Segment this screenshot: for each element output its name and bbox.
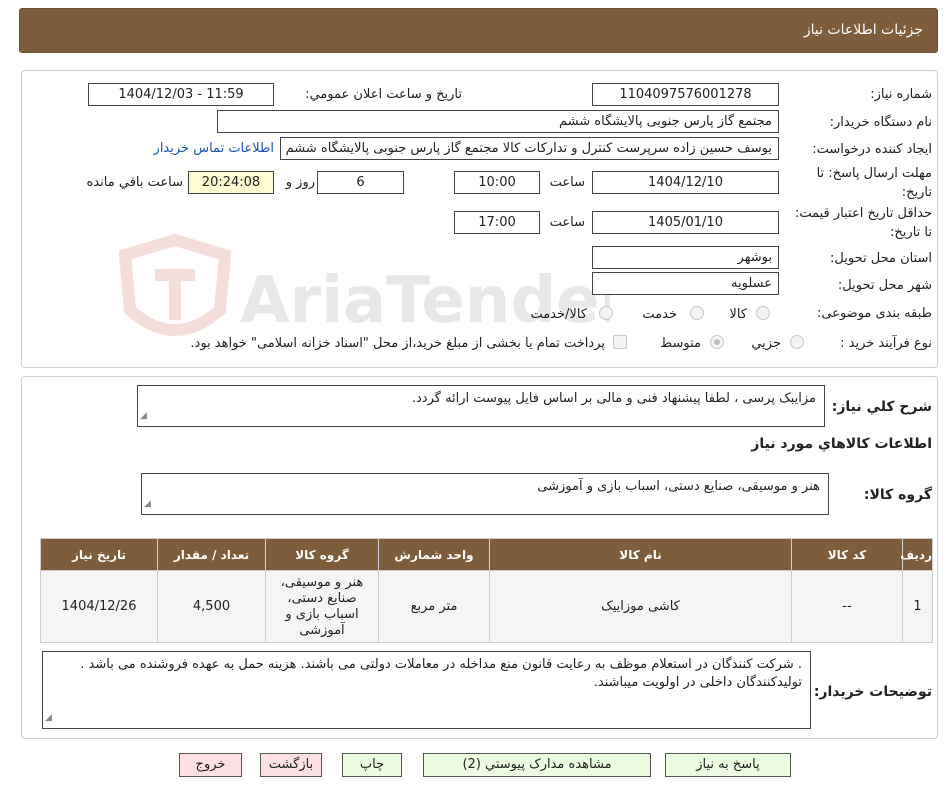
process-radio-minor[interactable] — [790, 335, 804, 349]
summary-textarea[interactable]: مزایبک پرسی ، لطفا پیشنهاد فنی و مالی بر… — [137, 385, 825, 427]
remaining-time-label: ساعت باقي مانده — [86, 175, 183, 190]
table-row: 1 -- کاشی موزاییک متر مربع هنر و موسیقی،… — [40, 570, 933, 643]
category-option-service: خدمت — [642, 307, 677, 322]
cell-unit: متر مربع — [378, 570, 490, 643]
process-radio-medium[interactable] — [710, 335, 724, 349]
price-validity-date-field[interactable]: 1405/01/10 — [592, 211, 779, 234]
col-header-row-number: ردیف — [900, 538, 933, 571]
announce-datetime-field[interactable]: 1404/12/03 - 11:59 — [88, 83, 274, 106]
deadline-label: مهلت ارسال پاسخ: تا تاریخ: — [816, 166, 932, 200]
province-label: استان محل تحویل: — [830, 251, 932, 266]
col-header-unit: واحد شمارش — [378, 538, 490, 571]
province-field[interactable]: بوشهر — [592, 246, 779, 269]
category-option-goods: کالا — [729, 307, 747, 322]
col-header-need-date: تاریخ نیاز — [40, 538, 158, 571]
resize-grip-icon[interactable]: ◢ — [144, 495, 151, 513]
treasury-checkbox[interactable] — [613, 335, 627, 349]
buyer-org-label: نام دستگاه خریدار: — [829, 115, 932, 130]
days-label: روز و — [285, 175, 315, 190]
deadline-time-field[interactable]: 10:00 — [454, 171, 540, 194]
category-label: طبقه بندی موضوعی: — [816, 306, 932, 321]
resize-grip-icon[interactable]: ◢ — [45, 709, 52, 727]
goods-info-title: اطلاعات کالاهاي مورد نیاز — [751, 436, 932, 452]
city-field[interactable]: عسلویه — [592, 272, 779, 295]
remaining-time-field: 20:24:08 — [188, 171, 274, 194]
goods-group-text: هنر و موسیقی، صنایع دستی، اسباب بازی و آ… — [537, 479, 820, 494]
buyer-contact-link[interactable]: اطلاعات تماس خریدار — [154, 141, 274, 156]
table-header-row: ردیف کد کالا نام کالا واحد شمارش گروه کا… — [40, 538, 933, 571]
remaining-days-field[interactable]: 6 — [317, 171, 404, 194]
view-attachments-button[interactable]: مشاهده مدارک پیوستي (2) — [423, 753, 651, 777]
category-option-goods-service: کالا/خدمت — [530, 307, 587, 322]
cell-item-name: کاشی موزاییک — [489, 570, 792, 643]
summary-text: مزایبک پرسی ، لطفا پیشنهاد فنی و مالی بر… — [411, 391, 816, 406]
reply-button[interactable]: پاسخ به نیاز — [665, 753, 791, 777]
process-option-medium: متوسط — [660, 336, 701, 351]
need-number-label: شماره نیاز: — [870, 87, 932, 102]
cell-need-date: 1404/12/26 — [40, 570, 158, 643]
page-header: جزئیات اطلاعات نیاز — [19, 8, 938, 53]
need-number-field[interactable]: 1104097576001278 — [592, 83, 779, 106]
cell-row-number: 1 — [902, 570, 933, 643]
cell-item-code: -- — [791, 570, 903, 643]
cell-quantity: 4,500 — [157, 570, 266, 643]
price-validity-time-label: ساعت — [549, 215, 585, 230]
deadline-date-field[interactable]: 1404/12/10 — [592, 171, 779, 194]
price-validity-time-field[interactable]: 17:00 — [454, 211, 540, 234]
exit-button[interactable]: خروج — [179, 753, 242, 777]
buyer-org-field[interactable]: مجتمع گاز پارس جنوبی پالایشگاه ششم — [217, 110, 779, 133]
page-title: جزئیات اطلاعات نیاز — [803, 22, 923, 38]
back-button[interactable]: بازگشت — [260, 753, 322, 777]
buyer-notes-text: . شرکت کنندگان در استعلام موظف به رعایت … — [80, 657, 802, 690]
process-type-label: نوع فرآیند خرید : — [840, 336, 932, 351]
requester-field[interactable]: یوسف حسین زاده سرپرست کنترل و تدارکات کا… — [280, 137, 779, 160]
col-header-item-code: کد کالا — [791, 538, 903, 571]
process-option-minor: جزیي — [751, 336, 781, 351]
requester-label: ایجاد کننده درخواست: — [812, 142, 932, 157]
col-header-quantity: تعداد / مقدار — [157, 538, 266, 571]
category-radio-goods-service[interactable] — [599, 306, 613, 320]
category-radio-goods[interactable] — [756, 306, 770, 320]
price-validity-label: حداقل تاریخ اعتبار قیمت: تا تاریخ: — [794, 206, 932, 240]
announce-datetime-label: تاریخ و ساعت اعلان عمومي: — [305, 87, 462, 102]
goods-group-textarea[interactable]: هنر و موسیقی، صنایع دستی، اسباب بازی و آ… — [141, 473, 829, 515]
deadline-time-label: ساعت — [549, 175, 585, 190]
goods-table: ردیف کد کالا نام کالا واحد شمارش گروه کا… — [40, 538, 933, 643]
summary-label: شرح کلي نیاز: — [831, 399, 932, 415]
buyer-notes-textarea[interactable]: . شرکت کنندگان در استعلام موظف به رعایت … — [42, 651, 811, 729]
treasury-note: پرداخت تمام یا بخشی از مبلغ خرید،از محل … — [190, 336, 605, 351]
cell-group: هنر و موسیقی، صنایع دستی، اسباب بازی و آ… — [265, 570, 379, 643]
col-header-group: گروه کالا — [265, 538, 379, 571]
buyer-notes-label: توضیحات خریدار: — [813, 684, 932, 700]
city-label: شهر محل تحویل: — [837, 278, 932, 293]
print-button[interactable]: چاپ — [342, 753, 402, 777]
resize-grip-icon[interactable]: ◢ — [140, 407, 147, 425]
col-header-item-name: نام کالا — [489, 538, 792, 571]
goods-group-label: گروه کالا: — [863, 487, 932, 503]
category-radio-service[interactable] — [690, 306, 704, 320]
